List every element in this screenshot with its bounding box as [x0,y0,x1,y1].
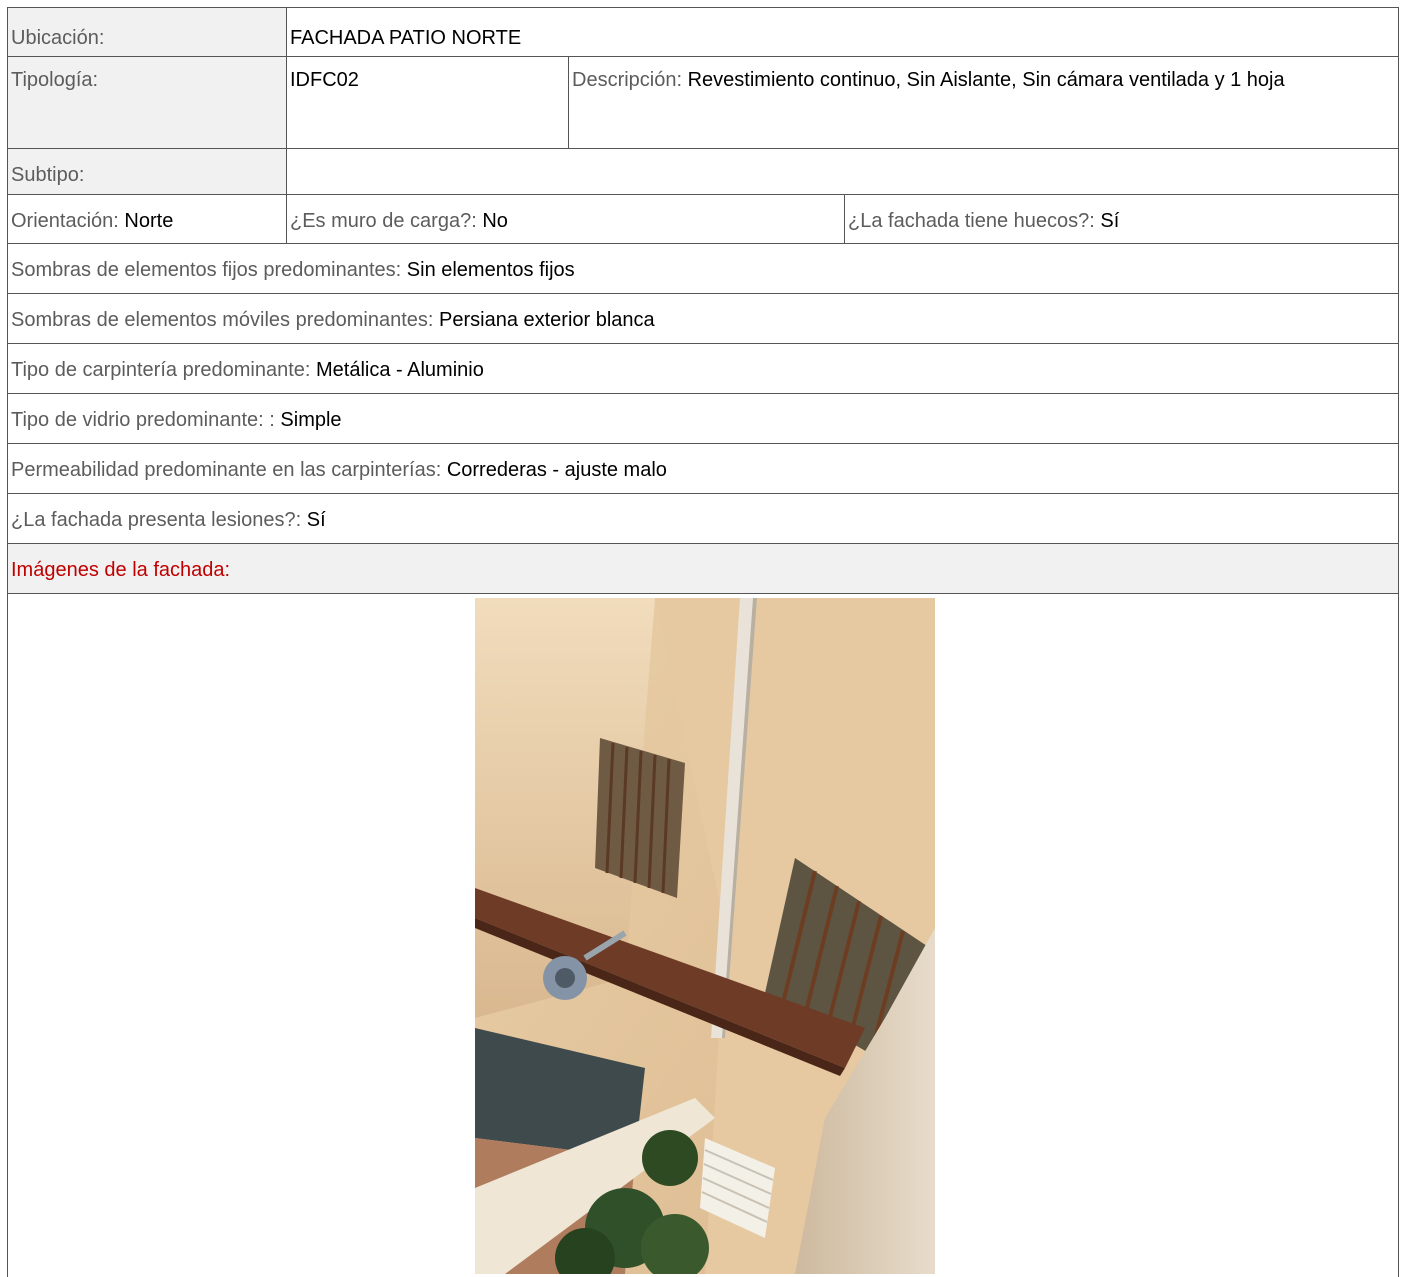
descripcion-label: Descripción: [572,69,683,91]
orientacion-value: Norte [124,210,174,232]
ubicacion-label-cell: Ubicación: [8,8,286,56]
tipologia-label-cell: Tipología: [8,57,286,148]
permeabilidad-cell: Permeabilidad predominante en las carpin… [8,444,1398,493]
tipologia-label: Tipología: [11,69,99,91]
orientacion-cell: Orientación: Norte [8,195,286,243]
ubicacion-value: FACHADA PATIO NORTE [290,27,522,49]
huecos-value: Sí [1100,210,1120,232]
lesiones-value: Sí [306,509,326,531]
subtipo-value-cell [286,149,1398,194]
row-ubicacion: Ubicación: FACHADA PATIO NORTE [8,7,1398,56]
descripcion-cell: Descripción: Revestimiento continuo, Sin… [568,57,1398,148]
vidrio-value: Simple [280,409,342,431]
vidrio-label: Tipo de vidrio predominante: : [11,409,275,431]
facade-photo [475,598,935,1274]
sombras-moviles-label: Sombras de elementos móviles predominant… [11,309,434,331]
vidrio-cell: Tipo de vidrio predominante: : Simple [8,394,1398,443]
huecos-label: ¿La fachada tiene huecos?: [848,210,1095,232]
sombras-moviles-cell: Sombras de elementos móviles predominant… [8,294,1398,343]
row-permeabilidad: Permeabilidad predominante en las carpin… [8,443,1398,493]
row-subtipo: Subtipo: [8,148,1398,194]
row-sombras-moviles: Sombras de elementos móviles predominant… [8,293,1398,343]
permeabilidad-label: Permeabilidad predominante en las carpin… [11,459,442,481]
row-orientacion: Orientación: Norte ¿Es muro de carga?: N… [8,194,1398,243]
huecos-cell: ¿La fachada tiene huecos?: Sí [844,195,1398,243]
row-imagenes-header: Imágenes de la fachada: [8,543,1398,593]
tipologia-value: IDFC02 [290,69,359,91]
muro-carga-label: ¿Es muro de carga?: [290,210,477,232]
sombras-fijos-label: Sombras de elementos fijos predominantes… [11,259,402,281]
facade-form-table: Ubicación: FACHADA PATIO NORTE Tipología… [7,7,1399,1277]
row-carpinteria: Tipo de carpintería predominante: Metáli… [8,343,1398,393]
row-tipologia: Tipología: IDFC02 Descripción: Revestimi… [8,56,1398,148]
subtipo-label-cell: Subtipo: [8,149,286,194]
carpinteria-value: Metálica - Aluminio [316,359,484,381]
tipologia-value-cell: IDFC02 [286,57,568,148]
row-sombras-fijos: Sombras de elementos fijos predominantes… [8,243,1398,293]
sombras-moviles-value: Persiana exterior blanca [439,309,655,331]
sombras-fijos-value: Sin elementos fijos [406,259,575,281]
carpinteria-cell: Tipo de carpintería predominante: Metáli… [8,344,1398,393]
muro-carga-cell: ¿Es muro de carga?: No [286,195,844,243]
carpinteria-label: Tipo de carpintería predominante: [11,359,311,381]
imagenes-header-cell: Imágenes de la fachada: [8,544,1398,593]
ubicacion-value-cell: FACHADA PATIO NORTE [286,8,1398,56]
permeabilidad-value: Correderas - ajuste malo [446,459,667,481]
lesiones-label: ¿La fachada presenta lesiones?: [11,509,302,531]
lesiones-cell: ¿La fachada presenta lesiones?: Sí [8,494,1398,543]
row-lesiones: ¿La fachada presenta lesiones?: Sí [8,493,1398,543]
descripcion-value: Revestimiento continuo, Sin Aislante, Si… [687,69,1285,91]
sombras-fijos-cell: Sombras de elementos fijos predominantes… [8,244,1398,293]
row-imagenes [8,593,1398,1277]
row-vidrio: Tipo de vidrio predominante: : Simple [8,393,1398,443]
muro-carga-value: No [482,210,508,232]
orientacion-label: Orientación: [11,210,119,232]
imagenes-section-title: Imágenes de la fachada: [11,559,231,581]
subtipo-label: Subtipo: [11,164,85,186]
ubicacion-label: Ubicación: [11,27,105,49]
